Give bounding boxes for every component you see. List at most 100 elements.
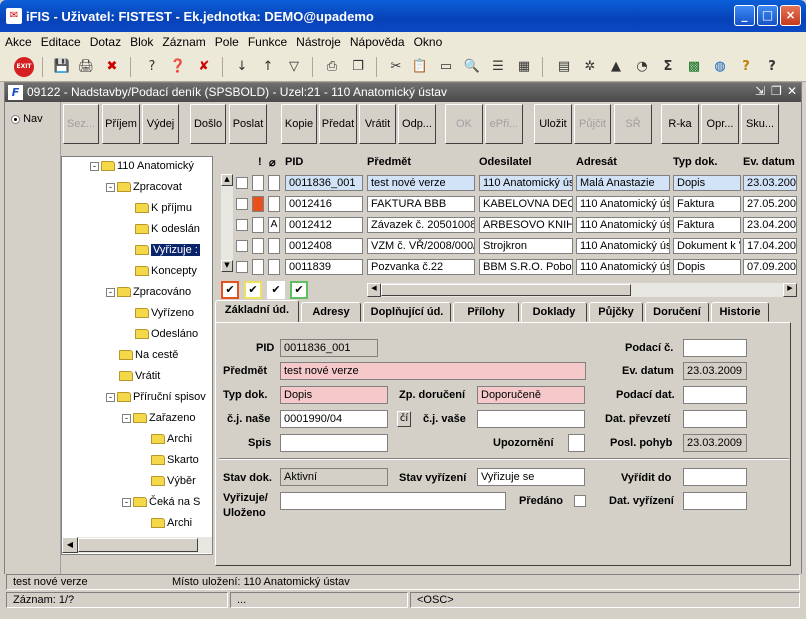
upozorneni-field[interactable] xyxy=(568,434,585,452)
tree-node[interactable]: Archi xyxy=(138,517,192,529)
podacidat-field[interactable] xyxy=(683,386,747,404)
cell-adresat[interactable]: Malá Anastazie xyxy=(576,175,670,191)
cell-adresat[interactable]: 110 Anatomický ús xyxy=(576,217,670,233)
cell-datum[interactable]: 07.09.200 xyxy=(743,259,797,275)
tree-node[interactable]: Vrátit xyxy=(106,370,160,382)
rka-button[interactable]: R-ka xyxy=(661,104,699,144)
list-icon[interactable]: ☰ xyxy=(488,57,508,77)
vyrizuje-field[interactable] xyxy=(280,492,506,510)
help-query-icon[interactable]: ? xyxy=(142,57,162,77)
tab-doruceni[interactable]: Doručení xyxy=(645,302,709,322)
menu-dotaz[interactable]: Dotaz xyxy=(85,32,125,49)
ulozit-button[interactable]: Uložit xyxy=(534,104,572,144)
excel-icon[interactable]: ▩ xyxy=(684,57,704,77)
cell-adresat[interactable]: 110 Anatomický ús xyxy=(576,259,670,275)
clock-icon[interactable]: ◔ xyxy=(632,57,652,77)
col-typ-header[interactable]: Typ dok. xyxy=(673,156,717,168)
collapse-icon[interactable]: - xyxy=(106,287,115,297)
cell-typ[interactable]: Dokument k V xyxy=(673,238,741,254)
tab-adresy[interactable]: Adresy xyxy=(301,302,361,322)
cj-lookup-button[interactable]: čí xyxy=(397,411,411,427)
tree-node[interactable]: Vyřizuje : xyxy=(122,244,200,256)
tree-node[interactable]: Archi xyxy=(138,433,192,445)
col-adresat-header[interactable]: Adresát xyxy=(576,156,617,168)
collapse-icon[interactable]: - xyxy=(90,161,99,171)
cjnase-field[interactable]: 0001990/04 xyxy=(280,410,388,428)
tab-prilohy[interactable]: Přílohy xyxy=(453,302,519,322)
tree-node[interactable]: Na cestě xyxy=(106,349,178,361)
cell-odesilatel[interactable]: 110 Anatomický ús xyxy=(479,175,573,191)
grid-scroll-down-icon[interactable]: ▼ xyxy=(221,260,233,272)
row-checkbox[interactable] xyxy=(236,240,248,252)
doslo-button[interactable]: Došlo xyxy=(190,104,226,144)
pid-field[interactable]: 0011836_001 xyxy=(280,339,378,357)
stavvyrizeni-field[interactable]: Vyřizuje se xyxy=(477,468,585,486)
sku-button[interactable]: Sku... xyxy=(741,104,779,144)
collapse-icon[interactable]: - xyxy=(122,497,131,507)
predmet-field[interactable]: test nové verze xyxy=(280,362,586,380)
search-icon[interactable]: 🔍 xyxy=(462,57,482,77)
maximize-button[interactable]: □ xyxy=(757,5,778,26)
poslpohyb-field[interactable]: 23.03.2009 xyxy=(683,434,747,452)
cell-odesilatel[interactable]: Strojkron xyxy=(479,238,573,254)
legend-checkbox[interactable]: ✔ xyxy=(290,281,308,299)
settings-icon[interactable]: ✲ xyxy=(580,57,600,77)
sum-icon[interactable]: Σ xyxy=(658,57,678,77)
row-checkbox[interactable] xyxy=(236,177,248,189)
tree-horizontal-scrollbar[interactable]: ◀ ▶ xyxy=(62,537,212,553)
collapse-icon[interactable]: - xyxy=(106,392,115,402)
save-icon[interactable]: 💾 xyxy=(52,57,72,77)
tree-node[interactable]: - Zpracovat xyxy=(106,181,182,193)
grid-scroll-right-icon[interactable]: ▶ xyxy=(783,283,797,297)
menu-funkce[interactable]: Funkce xyxy=(243,32,291,49)
tab-doklady[interactable]: Doklady xyxy=(521,302,587,322)
sort-asc-icon[interactable]: ↓ xyxy=(232,57,252,77)
predat-button[interactable]: Předat xyxy=(319,104,357,144)
eprij-button[interactable]: ePři... xyxy=(485,104,523,144)
row-checkbox[interactable] xyxy=(236,198,248,210)
cell-datum[interactable]: 23.03.200 xyxy=(743,175,797,191)
row-checkbox[interactable] xyxy=(236,219,248,231)
grid-hscroll-thumb[interactable] xyxy=(381,284,631,296)
cell-predmet[interactable]: Pozvanka č.22 xyxy=(367,259,475,275)
help-icon[interactable]: ? xyxy=(736,57,756,77)
cell-datum[interactable]: 17.04.200 xyxy=(743,238,797,254)
scroll-left-icon[interactable]: ◀ xyxy=(62,537,78,553)
cell-typ[interactable]: Dopis xyxy=(673,259,741,275)
opr-button[interactable]: Opr... xyxy=(701,104,739,144)
tree-node[interactable]: - Příruční spisov xyxy=(106,391,206,403)
menu-blok[interactable]: Blok xyxy=(125,32,157,49)
nav-option[interactable]: Nav xyxy=(11,113,43,125)
tab-historie[interactable]: Historie xyxy=(711,302,769,322)
form-minimize-icon[interactable]: ⇲ xyxy=(755,84,765,98)
grid-horizontal-scrollbar[interactable]: ◀ ▶ xyxy=(367,283,797,297)
spis-field[interactable] xyxy=(280,434,388,452)
cell-datum[interactable]: 27.05.200 xyxy=(743,196,797,212)
hscroll-thumb[interactable] xyxy=(78,538,198,552)
cell-typ[interactable]: Faktura xyxy=(673,217,741,233)
vydej-button[interactable]: Výdej xyxy=(142,104,179,144)
grid-scroll-up-icon[interactable]: ▲ xyxy=(221,174,233,186)
ok-button[interactable]: OK xyxy=(445,104,483,144)
typ-field[interactable]: Dopis xyxy=(280,386,388,404)
enter-query-icon[interactable]: ❓ xyxy=(168,57,188,77)
filter-icon[interactable]: ▽ xyxy=(284,57,304,77)
grid-icon[interactable]: ▦ xyxy=(514,57,534,77)
legend-checkbox[interactable]: ✔ xyxy=(244,281,262,299)
cjvase-field[interactable] xyxy=(477,410,585,428)
zoom-icon[interactable]: ▭ xyxy=(436,57,456,77)
form-close-icon[interactable]: ✕ xyxy=(787,84,797,98)
prijem-button[interactable]: Příjem xyxy=(102,104,140,144)
question-icon[interactable]: ? xyxy=(762,57,782,77)
cell-pid[interactable]: 0012416 xyxy=(285,196,363,212)
podaci-field[interactable] xyxy=(683,339,747,357)
legend-checkbox[interactable]: ✔ xyxy=(221,281,239,299)
delete-record-icon[interactable]: ✖ xyxy=(102,57,122,77)
predano-checkbox[interactable] xyxy=(574,495,586,507)
tree-node[interactable]: Koncepty xyxy=(122,265,197,277)
calculator-icon[interactable]: ▤ xyxy=(554,57,574,77)
cell-odesilatel[interactable]: KABELOVNA DECI xyxy=(479,196,573,212)
vyriditdo-field[interactable] xyxy=(683,468,747,486)
cancel-query-icon[interactable]: ✘ xyxy=(194,57,214,77)
tab-doplnujici[interactable]: Doplňující úd. xyxy=(363,302,451,322)
